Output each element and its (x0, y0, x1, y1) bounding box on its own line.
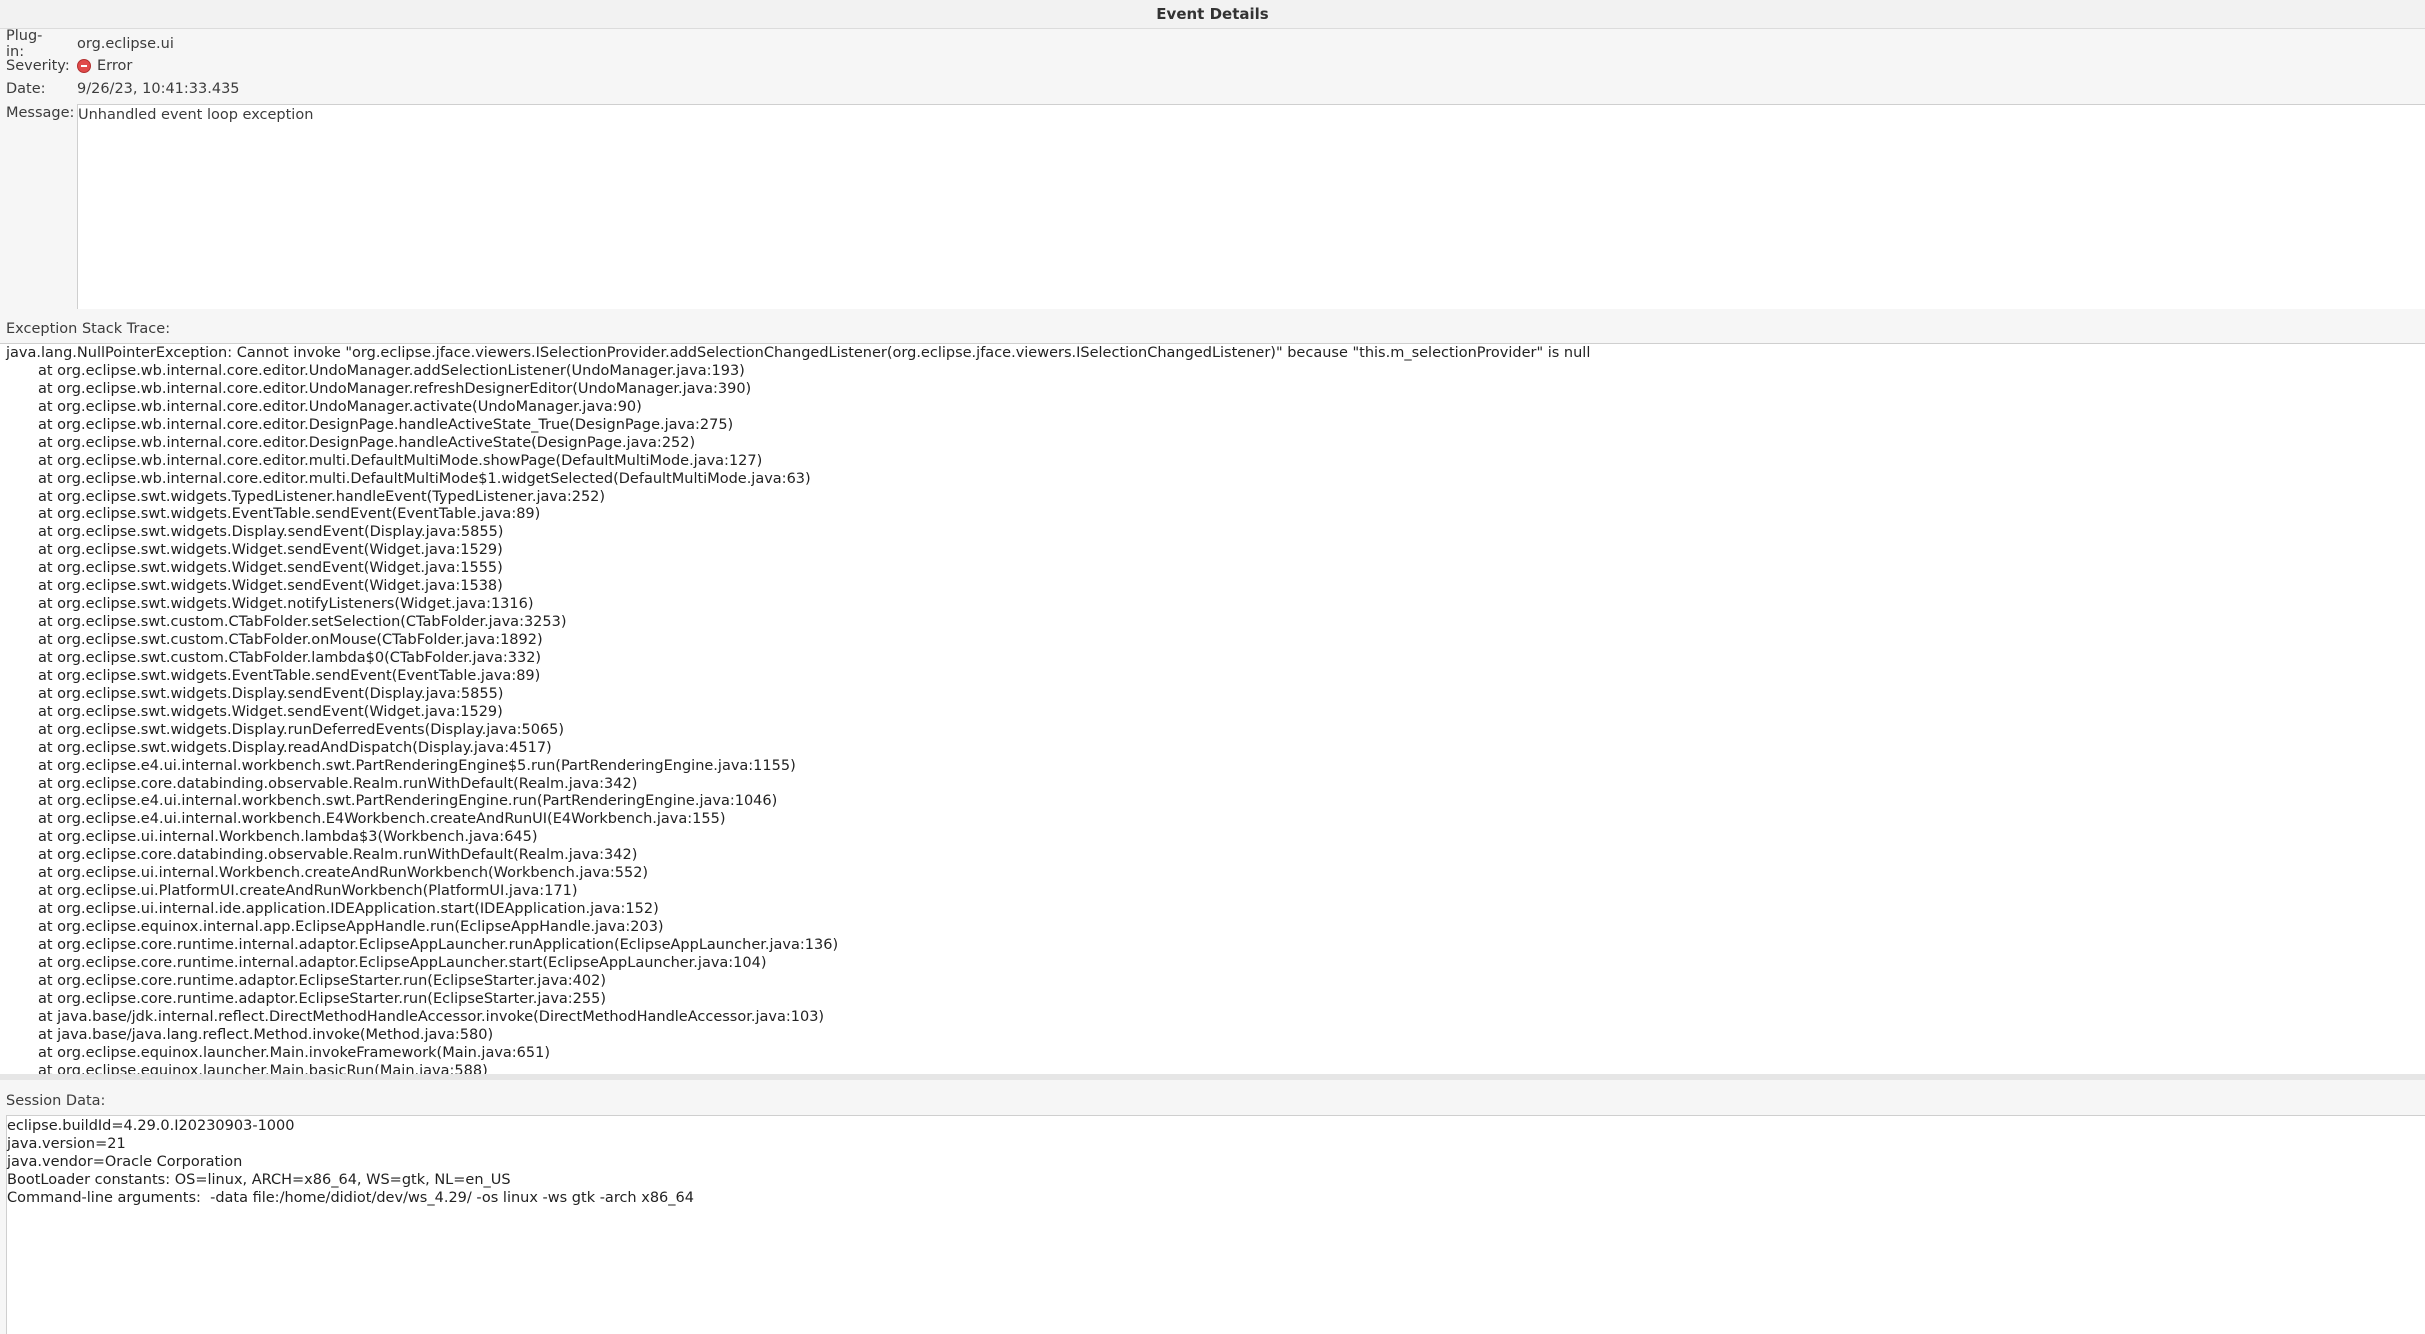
stack-frame-line: at org.eclipse.wb.internal.core.editor.U… (38, 398, 642, 415)
stack-frame-line: at org.eclipse.ui.internal.ide.applicati… (38, 901, 659, 918)
stack-frame-line: at java.base/java.lang.reflect.Method.in… (38, 1026, 494, 1043)
date-value: 9/26/23, 10:41:33.435 (77, 81, 240, 97)
session-line: BootLoader constants: OS=linux, ARCH=x86… (7, 1172, 511, 1188)
session-line: java.version=21 (7, 1136, 126, 1152)
message-label: Message: (6, 105, 75, 121)
stack-frame-line: at org.eclipse.e4.ui.internal.workbench.… (38, 793, 778, 810)
stack-frame-line: at org.eclipse.wb.internal.core.editor.m… (38, 452, 763, 469)
stack-frame-line: at org.eclipse.swt.widgets.Widget.sendEv… (38, 578, 503, 595)
session-data-text-area[interactable]: eclipse.buildId=4.29.0.I20230903-1000 jav… (6, 1115, 2425, 1334)
session-lines: eclipse.buildId=4.29.0.I20230903-1000 jav… (7, 1117, 2425, 1207)
severity-value: Error (97, 58, 133, 74)
window-title-bar[interactable]: Event Details (0, 0, 2425, 29)
stack-frame-line: at org.eclipse.wb.internal.core.editor.U… (38, 362, 745, 379)
stack-frame-line: at org.eclipse.equinox.launcher.Main.inv… (38, 1044, 551, 1061)
stack-frame-line: at org.eclipse.wb.internal.core.editor.m… (38, 470, 811, 487)
stack-frame-line: at org.eclipse.core.runtime.internal.ada… (38, 954, 767, 971)
severity-label: Severity: (6, 58, 70, 74)
stack-trace-text-area[interactable]: java.lang.NullPointerException: Cannot i… (0, 343, 2425, 1080)
date-label: Date: (6, 81, 46, 97)
stack-frame-line: at org.eclipse.swt.widgets.Display.runDe… (38, 721, 565, 738)
stack-frame-line: at org.eclipse.swt.widgets.Display.sendE… (38, 524, 504, 541)
plugin-label: Plug-in: (6, 28, 43, 60)
stack-frame-line: at org.eclipse.wb.internal.core.editor.D… (38, 434, 696, 451)
stack-frame-line: at org.eclipse.swt.widgets.Display.sendE… (38, 685, 504, 702)
stack-frame-line: at org.eclipse.ui.PlatformUI.createAndRu… (38, 883, 578, 900)
stack-frame-line: at org.eclipse.core.databinding.observab… (38, 775, 638, 792)
stack-frame-line: at org.eclipse.e4.ui.internal.workbench.… (38, 811, 726, 828)
session-line: java.vendor=Oracle Corporation (7, 1154, 243, 1170)
window-title: Event Details (1156, 5, 1269, 23)
severity-value-wrap: Error (77, 58, 132, 74)
stack-frame-line: at org.eclipse.core.runtime.adaptor.Ecli… (38, 972, 607, 989)
session-line: Command-line arguments: -data file:/home… (7, 1190, 694, 1206)
session-data-label: Session Data: (6, 1093, 106, 1109)
stack-frame-line: at org.eclipse.wb.internal.core.editor.U… (38, 380, 752, 397)
plugin-value: org.eclipse.ui (77, 36, 174, 52)
stack-frame-line: at java.base/jdk.internal.reflect.Direct… (38, 1008, 825, 1025)
stack-frame-line: at org.eclipse.ui.internal.Workbench.lam… (38, 829, 538, 846)
stack-frame-line: at org.eclipse.swt.custom.CTabFolder.onM… (38, 632, 543, 648)
stack-frames: at org.eclipse.wb.internal.core.editor.U… (6, 363, 2425, 1080)
stack-frame-line: at org.eclipse.swt.widgets.Widget.sendEv… (38, 542, 503, 559)
stack-frame-line: at org.eclipse.swt.custom.CTabFolder.set… (38, 614, 567, 631)
stack-frame-line: at org.eclipse.swt.widgets.EventTable.se… (38, 506, 541, 523)
exception-line: java.lang.NullPointerException: Cannot i… (6, 345, 1591, 361)
stack-frame-line: at org.eclipse.swt.widgets.Widget.sendEv… (38, 703, 503, 720)
stack-frame-line: at org.eclipse.wb.internal.core.editor.D… (38, 416, 734, 433)
error-icon (77, 59, 91, 73)
stack-frame-line: at org.eclipse.core.runtime.internal.ada… (38, 936, 839, 953)
stack-frame-line: at org.eclipse.core.runtime.adaptor.Ecli… (38, 990, 607, 1007)
stack-frame-line: at org.eclipse.swt.widgets.Widget.notify… (38, 596, 534, 613)
stack-frame-line: at org.eclipse.swt.widgets.EventTable.se… (38, 667, 541, 684)
stack-trace-horizontal-scrollbar[interactable] (0, 1074, 2425, 1080)
stack-trace-label: Exception Stack Trace: (6, 321, 171, 337)
stack-frame-line: at org.eclipse.core.databinding.observab… (38, 847, 638, 864)
stack-frame-line: at org.eclipse.e4.ui.internal.workbench.… (38, 757, 796, 774)
message-text-area[interactable]: Unhandled event loop exception (77, 104, 2425, 309)
stack-frame-line: at org.eclipse.swt.widgets.Widget.sendEv… (38, 560, 503, 577)
message-value: Unhandled event loop exception (78, 107, 314, 123)
stack-frame-line: at org.eclipse.ui.internal.Workbench.cre… (38, 865, 649, 882)
stack-frame-line: at org.eclipse.equinox.internal.app.Ecli… (38, 919, 664, 935)
session-line: eclipse.buildId=4.29.0.I20230903-1000 (7, 1118, 295, 1134)
stack-frame-line: at org.eclipse.swt.widgets.TypedListener… (38, 488, 606, 505)
stack-frame-line: at org.eclipse.swt.custom.CTabFolder.lam… (38, 649, 542, 666)
stack-frame-line: at org.eclipse.swt.widgets.Display.readA… (38, 739, 552, 756)
